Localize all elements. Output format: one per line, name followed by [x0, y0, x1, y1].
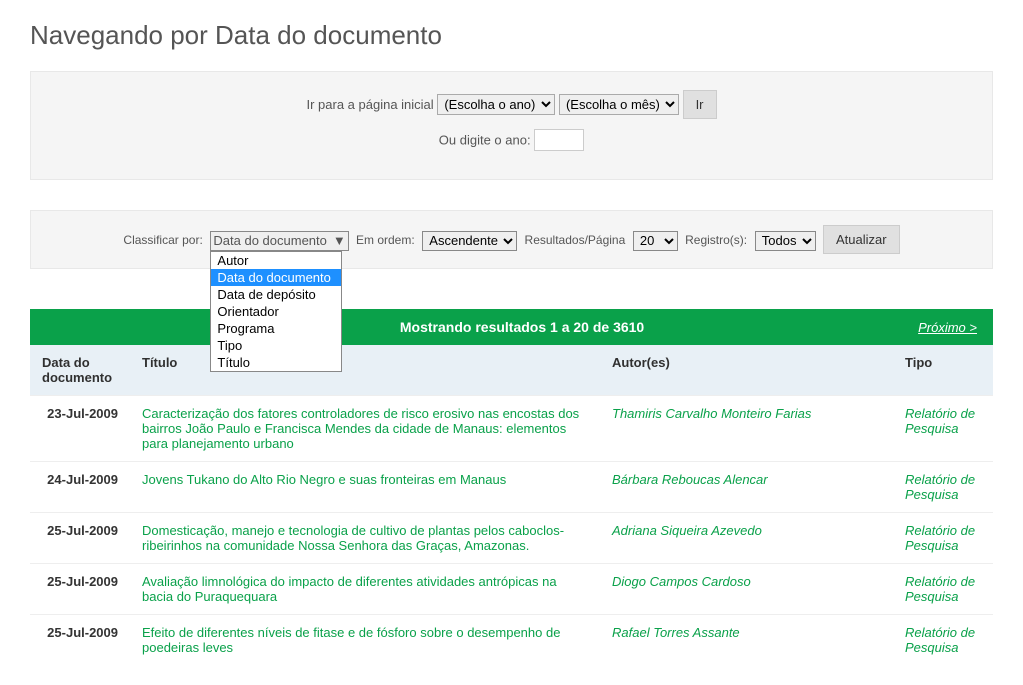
year-input[interactable] — [534, 129, 584, 151]
table-row: 23-Jul-2009 Caracterização dos fatores co… — [30, 396, 993, 462]
page-title: Navegando por Data do documento — [30, 20, 993, 51]
results-header-bar: Mostrando resultados 1 a 20 de 3610 Próx… — [30, 309, 993, 345]
cell-title: Caracterização dos fatores controladores… — [130, 396, 600, 462]
year-select[interactable]: (Escolha o ano) — [437, 94, 555, 115]
rpp-label: Resultados/Página — [525, 233, 626, 247]
authors-select[interactable]: Todos — [755, 231, 816, 251]
cell-title: Avaliação limnológica do impacto de dife… — [130, 564, 600, 615]
next-page-link[interactable]: Próximo > — [918, 320, 977, 335]
cell-type: Relatório de Pesquisa — [893, 513, 993, 564]
table-row: 25-Jul-2009 Avaliação limnológica do impa… — [30, 564, 993, 615]
controls-bar: Classificar por: Data do documento ▼ Auto… — [30, 210, 993, 269]
cell-author: Bárbara Reboucas Alencar — [600, 462, 893, 513]
cell-date: 24-Jul-2009 — [30, 462, 130, 513]
column-header-date: Data do documento — [30, 345, 130, 396]
cell-type: Relatório de Pesquisa — [893, 564, 993, 615]
sort-option-programa[interactable]: Programa — [211, 320, 341, 337]
table-row: 25-Jul-2009 Domesticação, manejo e tecnol… — [30, 513, 993, 564]
sort-by-dropdown: Autor Data do documento Data de depósito… — [210, 251, 342, 372]
sort-option-orientador[interactable]: Orientador — [211, 303, 341, 320]
order-select[interactable]: Ascendente — [422, 231, 517, 251]
title-link[interactable]: Domesticação, manejo e tecnologia de cul… — [142, 523, 564, 553]
jump-panel: Ir para a página inicial (Escolha o ano)… — [30, 71, 993, 180]
cell-type: Relatório de Pesquisa — [893, 396, 993, 462]
authors-label: Registro(s): — [685, 233, 747, 247]
cell-type: Relatório de Pesquisa — [893, 615, 993, 666]
sort-by-selected-value: Data do documento — [213, 233, 326, 248]
column-header-author: Autor(es) — [600, 345, 893, 396]
order-label: Em ordem: — [356, 233, 415, 247]
cell-author: Rafael Torres Assante — [600, 615, 893, 666]
sort-by-select[interactable]: Data do documento ▼ — [210, 231, 348, 251]
cell-title: Domesticação, manejo e tecnologia de cul… — [130, 513, 600, 564]
month-select[interactable]: (Escolha o mês) — [559, 94, 679, 115]
go-button[interactable]: Ir — [683, 90, 717, 119]
cell-date: 25-Jul-2009 — [30, 615, 130, 666]
cell-type: Relatório de Pesquisa — [893, 462, 993, 513]
sort-option-data-documento[interactable]: Data do documento — [211, 269, 341, 286]
sort-option-titulo[interactable]: Título — [211, 354, 341, 371]
title-link[interactable]: Avaliação limnológica do impacto de dife… — [142, 574, 557, 604]
caret-down-icon: ▼ — [333, 232, 346, 250]
title-link[interactable]: Jovens Tukano do Alto Rio Negro e suas f… — [142, 472, 506, 487]
cell-title: Efeito de diferentes níveis de fitase e … — [130, 615, 600, 666]
table-row: 24-Jul-2009 Jovens Tukano do Alto Rio Neg… — [30, 462, 993, 513]
cell-date: 25-Jul-2009 — [30, 564, 130, 615]
cell-author: Thamiris Carvalho Monteiro Farias — [600, 396, 893, 462]
or-type-year-label: Ou digite o ano: — [439, 133, 531, 148]
cell-title: Jovens Tukano do Alto Rio Negro e suas f… — [130, 462, 600, 513]
jump-label: Ir para a página inicial — [306, 97, 433, 112]
sort-option-autor[interactable]: Autor — [211, 252, 341, 269]
rpp-select[interactable]: 20 — [633, 231, 678, 251]
column-header-title: Título — [130, 345, 600, 396]
cell-date: 23-Jul-2009 — [30, 396, 130, 462]
title-link[interactable]: Caracterização dos fatores controladores… — [142, 406, 579, 451]
sort-option-tipo[interactable]: Tipo — [211, 337, 341, 354]
table-row: 25-Jul-2009 Efeito de diferentes níveis d… — [30, 615, 993, 666]
column-header-type: Tipo — [893, 345, 993, 396]
cell-author: Diogo Campos Cardoso — [600, 564, 893, 615]
cell-date: 25-Jul-2009 — [30, 513, 130, 564]
title-link[interactable]: Efeito de diferentes níveis de fitase e … — [142, 625, 560, 655]
update-button[interactable]: Atualizar — [823, 225, 900, 254]
results-table: Data do documento Título Autor(es) Tipo … — [30, 345, 993, 665]
cell-author: Adriana Siqueira Azevedo — [600, 513, 893, 564]
sort-option-data-deposito[interactable]: Data de depósito — [211, 286, 341, 303]
sort-by-label: Classificar por: — [123, 233, 202, 247]
